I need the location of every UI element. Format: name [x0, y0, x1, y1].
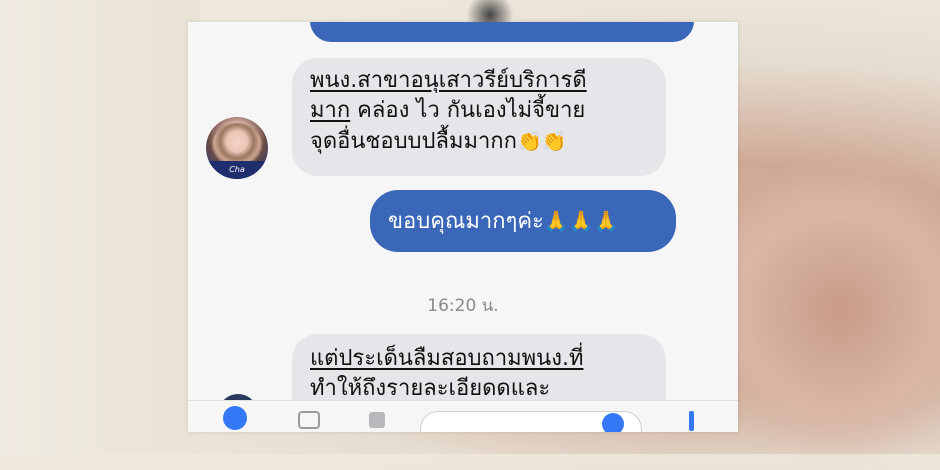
- message-line: จุดอื่นชอบบปลื้มมากก👏👏: [310, 126, 666, 157]
- background-blur: [720, 150, 940, 470]
- message-timestamp: 16:20 น.: [427, 296, 499, 316]
- composer-bar: [188, 400, 738, 432]
- chat-screen: Cha พนง.สาขาอนุเสาวรีย์บริการดี มาก คล่อ…: [188, 22, 738, 432]
- message-incoming[interactable]: พนง.สาขาอนุเสาวรีย์บริการดี มาก คล่อง ไว…: [292, 58, 666, 176]
- message-text: แต่ประเด็นลืมสอบถามพนง.ที่: [310, 346, 584, 371]
- message-text: คล่อง ไว กันเองไม่จี้ขาย: [350, 98, 586, 123]
- thumbs-up-icon[interactable]: [684, 409, 700, 432]
- message-outgoing[interactable]: ขอบคุณมากๆค่ะ🙏🙏🙏: [370, 190, 676, 252]
- message-text: มาก: [310, 98, 351, 123]
- message-outgoing-cropped[interactable]: [310, 22, 694, 42]
- emoji-icon[interactable]: [600, 411, 626, 432]
- message-text: จุดอื่นชอบบปลื้มมากก: [310, 129, 517, 154]
- message-text: ขอบคุณมากๆค่ะ: [388, 209, 544, 234]
- message-line: มาก คล่อง ไว กันเองไม่จี้ขาย: [310, 96, 666, 126]
- image-icon[interactable]: [298, 411, 320, 432]
- camera-icon[interactable]: [222, 405, 248, 432]
- message-text: ทำให้ถึงรายละเอียดดและ: [310, 376, 551, 401]
- folded-hands-icon: 🙏🙏🙏: [543, 209, 619, 233]
- mic-icon[interactable]: [366, 409, 388, 432]
- clapping-hands-icon: 👏👏: [516, 129, 567, 153]
- message-line: พนง.สาขาอนุเสาวรีย์บริการดี: [310, 66, 666, 96]
- contact-avatar[interactable]: Cha: [206, 117, 268, 179]
- background-left: [0, 0, 200, 454]
- message-line: แต่ประเด็นลืมสอบถามพนง.ที่: [310, 344, 666, 374]
- avatar-caption: Cha: [206, 161, 268, 179]
- message-text: พนง.สาขาอนุเสาวรีย์บริการดี: [310, 68, 587, 93]
